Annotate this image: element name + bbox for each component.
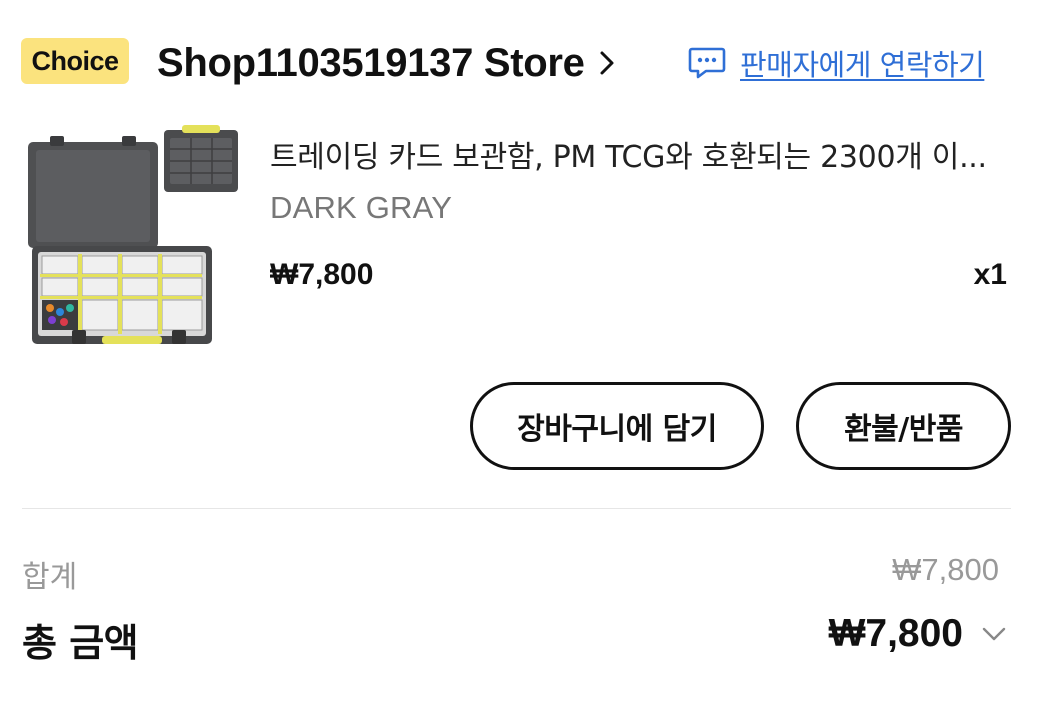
contact-seller-link[interactable]: 판매자에게 연락하기	[688, 42, 985, 84]
divider	[22, 508, 1011, 509]
store-header: Choice Shop1103519137 Store 판매자에게 연락하기	[0, 0, 1055, 120]
product-price: ₩7,800	[270, 258, 374, 291]
chat-icon	[688, 46, 726, 80]
product-variant: DARK GRAY	[270, 190, 453, 225]
product-title[interactable]: 트레이딩 카드 보관함, PM TCG와 호환되는 2300개 이...	[270, 132, 1015, 176]
store-name: Shop1103519137 Store	[157, 40, 585, 85]
store-name-link[interactable]: Shop1103519137 Store	[157, 38, 615, 88]
chevron-down-icon	[981, 626, 1007, 642]
total-value: ₩7,800	[828, 612, 963, 655]
total-amount-toggle[interactable]: ₩7,800	[829, 612, 1007, 656]
product-quantity: x1	[973, 258, 1007, 291]
subtotal-label: 합계	[22, 560, 78, 595]
refund-button[interactable]: 환불/반품	[796, 382, 1011, 470]
contact-seller-label: 판매자에게 연락하기	[740, 48, 985, 82]
product-row[interactable]: 트레이딩 카드 보관함, PM TCG와 호환되는 2300개 이... DAR…	[0, 120, 1055, 370]
chevron-right-icon	[599, 50, 615, 76]
product-image[interactable]	[22, 122, 238, 348]
add-to-cart-button[interactable]: 장바구니에 담기	[470, 382, 764, 470]
choice-badge: Choice	[21, 38, 129, 84]
total-label: 총 금액	[22, 621, 139, 665]
subtotal-value: ₩7,800	[892, 552, 999, 587]
